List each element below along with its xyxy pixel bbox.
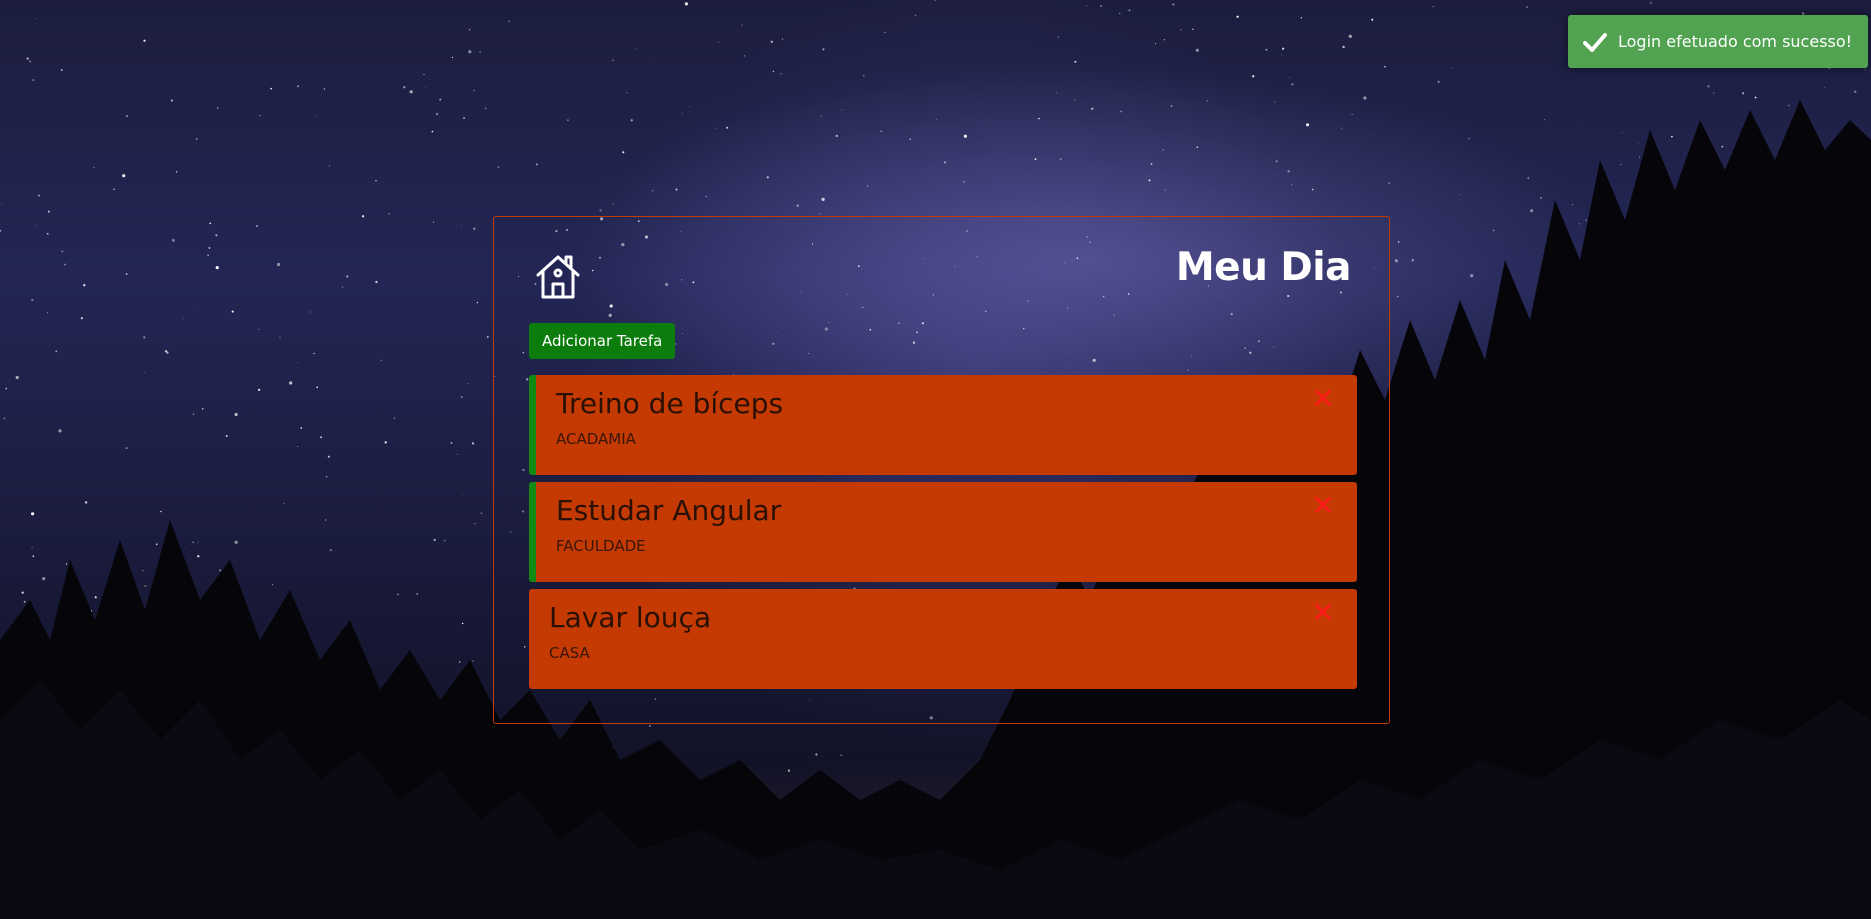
close-icon[interactable]: ✕	[1309, 492, 1337, 520]
close-icon[interactable]: ✕	[1309, 385, 1337, 413]
toast-message: Login efetuado com sucesso!	[1618, 32, 1853, 51]
task-list: Treino de bíceps ACADAMIA ✕ Estudar Angu…	[529, 375, 1357, 696]
task-item[interactable]: Estudar Angular FACULDADE ✕	[529, 482, 1357, 582]
task-category: ACADAMIA	[556, 430, 636, 448]
success-toast[interactable]: Login efetuado com sucesso!	[1568, 15, 1868, 68]
my-day-panel: Meu Dia Adicionar Tarefa Treino de bícep…	[493, 216, 1390, 724]
task-category: CASA	[549, 644, 590, 662]
home-icon[interactable]	[534, 253, 582, 301]
task-category: FACULDADE	[556, 537, 646, 555]
add-task-button[interactable]: Adicionar Tarefa	[529, 323, 676, 359]
task-item[interactable]: Lavar louça CASA ✕	[529, 589, 1357, 689]
close-icon[interactable]: ✕	[1309, 599, 1337, 627]
checkmark-icon	[1583, 33, 1607, 52]
task-item[interactable]: Treino de bíceps ACADAMIA ✕	[529, 375, 1357, 475]
task-title: Estudar Angular	[556, 494, 782, 527]
task-title: Treino de bíceps	[556, 387, 784, 420]
page-title: Meu Dia	[1175, 245, 1352, 290]
task-title: Lavar louça	[549, 601, 712, 634]
